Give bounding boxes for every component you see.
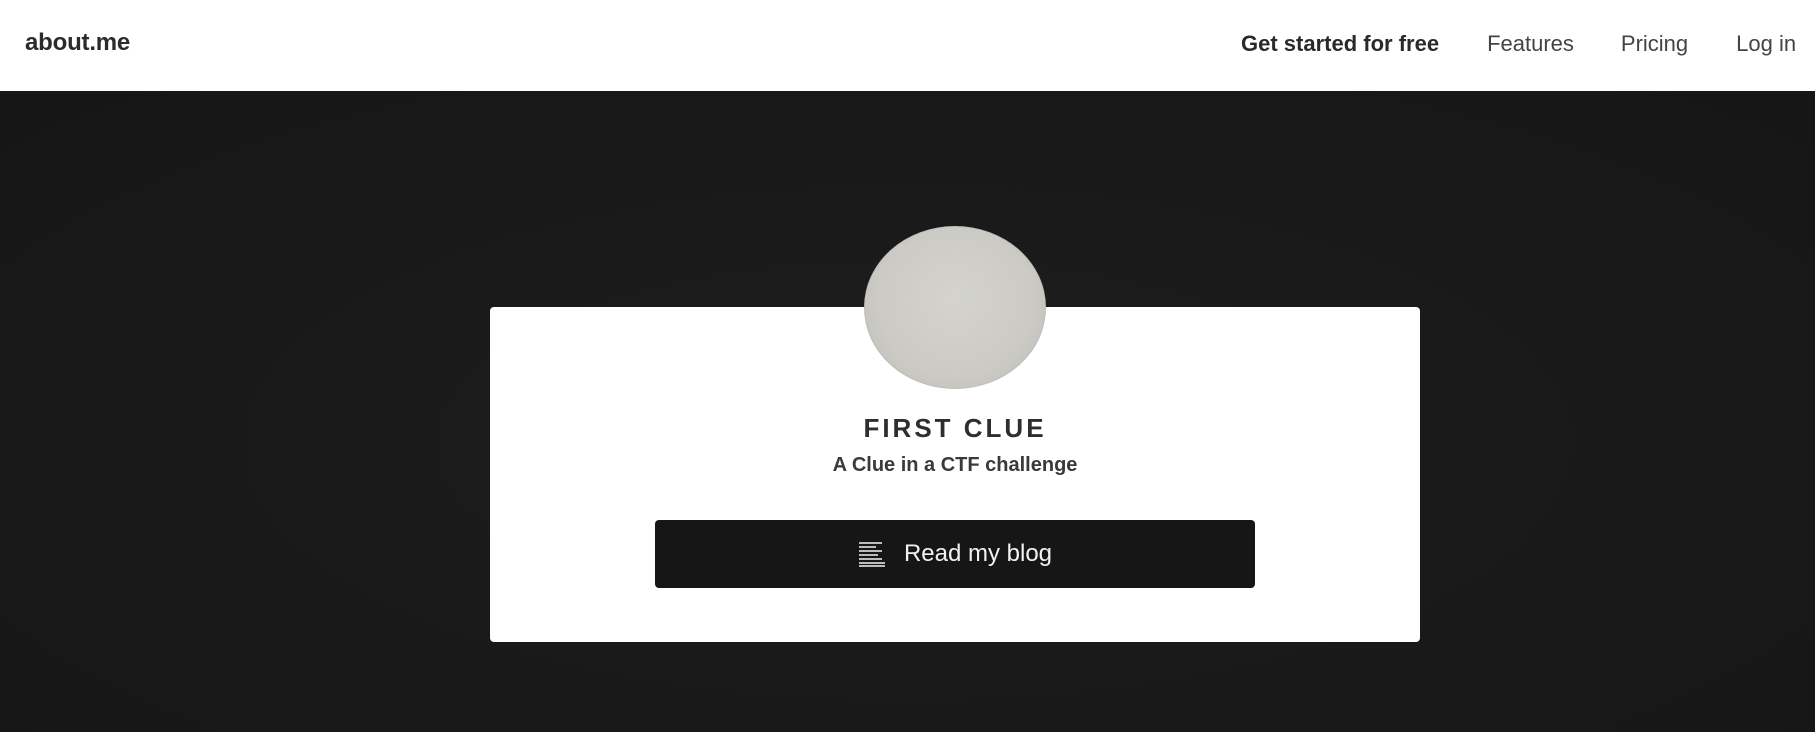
profile-headline: A Clue in a CTF challenge xyxy=(832,454,1078,476)
nav-link-features[interactable]: Features xyxy=(1487,31,1574,57)
brand-logo[interactable]: about.me xyxy=(25,29,130,57)
read-blog-button[interactable]: Read my blog xyxy=(655,520,1255,588)
nav-link-pricing[interactable]: Pricing xyxy=(1621,31,1688,57)
nav-link-login[interactable]: Log in xyxy=(1736,31,1796,57)
profile-name: FIRST CLUE xyxy=(863,413,1047,443)
get-started-link[interactable]: Get started for free xyxy=(1241,31,1439,57)
read-blog-label: Read my blog xyxy=(903,540,1053,567)
top-nav: Get started for free Features Pricing Lo… xyxy=(1241,31,1796,57)
avatar xyxy=(864,226,1046,389)
document-lines-icon xyxy=(858,541,886,567)
site-header: about.me Get started for free Features P… xyxy=(0,0,1815,91)
